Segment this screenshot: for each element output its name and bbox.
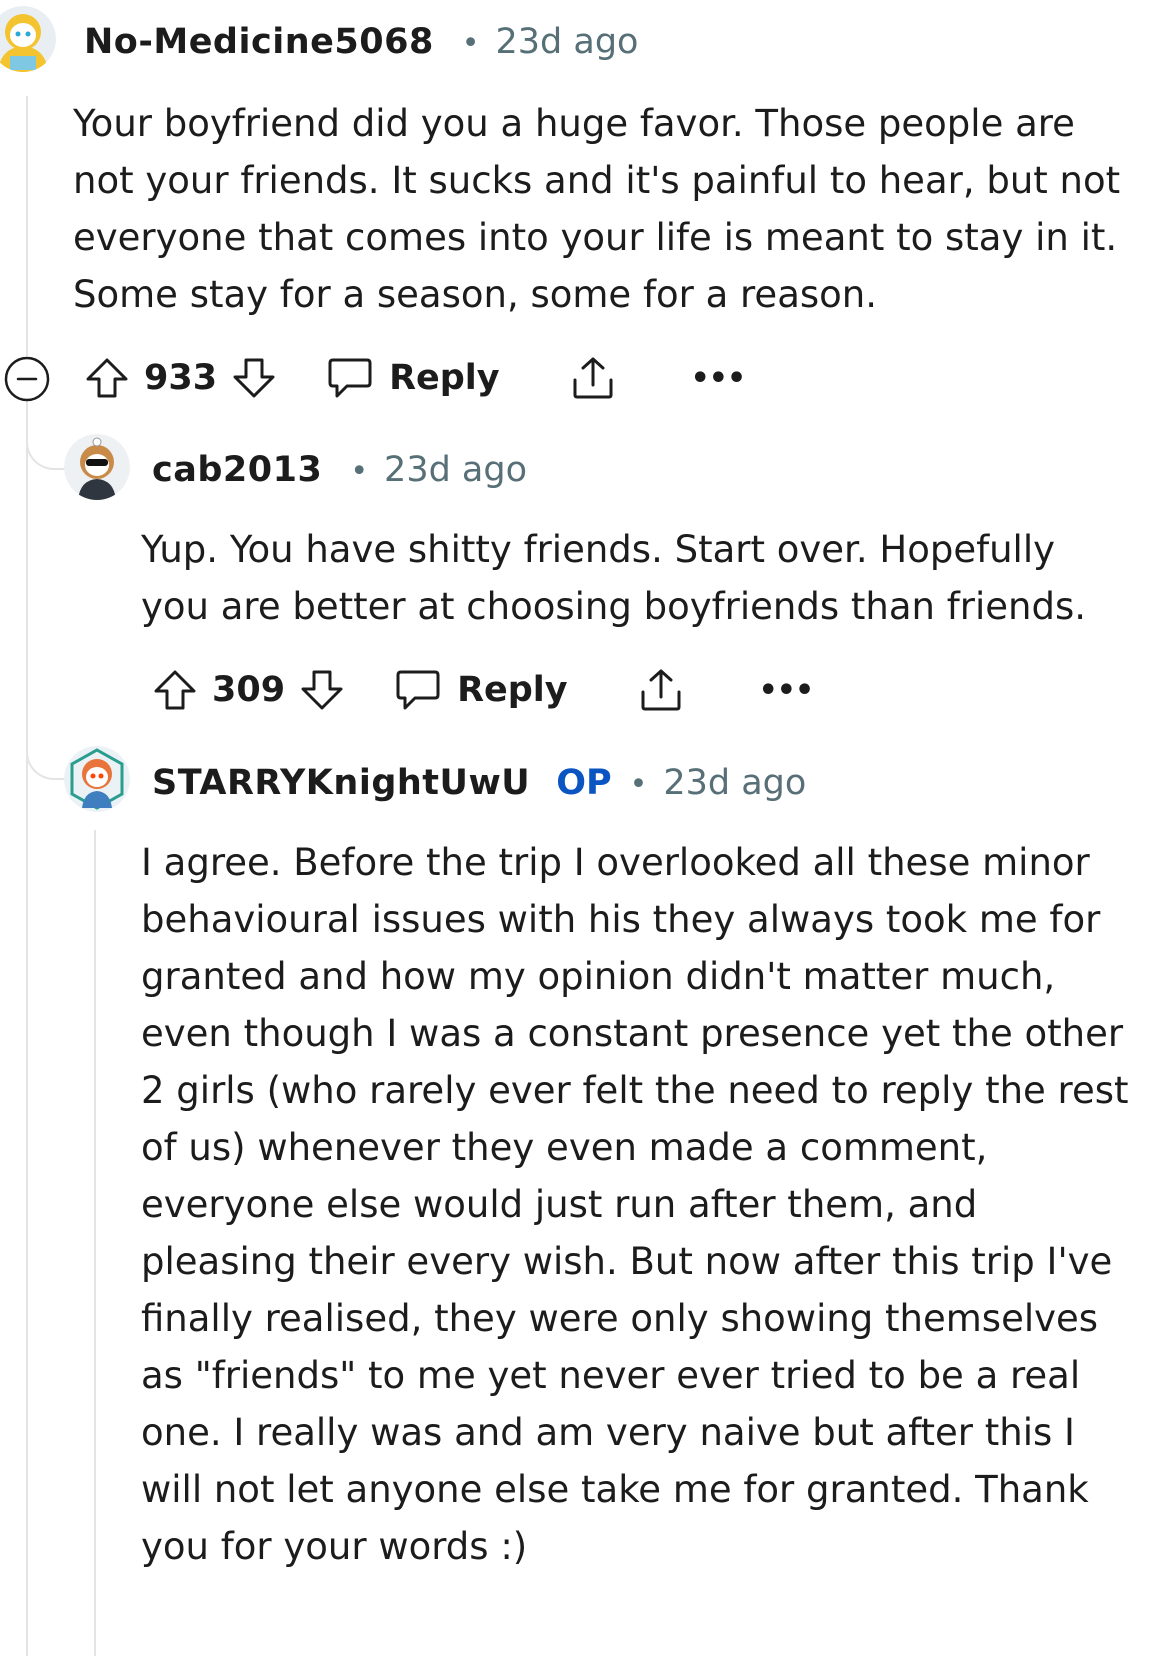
share-upload-icon (641, 669, 681, 711)
comment-meta: No-Medicine5068 • 23d ago (84, 22, 638, 62)
upvote-button[interactable] (152, 667, 198, 713)
downvote-arrow-icon (301, 670, 343, 710)
comment-actions: 933 Reply ••• (84, 348, 747, 408)
timestamp[interactable]: 23d ago (384, 450, 527, 490)
share-upload-icon (573, 357, 613, 399)
comment-actions: 309 Reply ••• (152, 660, 815, 720)
upvote-button[interactable] (84, 355, 130, 401)
meta-separator: • (461, 26, 480, 61)
thread-line-level1 (26, 400, 28, 1656)
meta-separator: • (350, 454, 369, 489)
share-button[interactable] (638, 667, 684, 713)
vote-score: 933 (144, 358, 218, 398)
share-button[interactable] (570, 355, 616, 401)
comment-meta: STARRYKnightUwU OP • 23d ago (152, 763, 806, 803)
reply-label: Reply (389, 358, 500, 398)
thread-line-root (26, 96, 28, 356)
timestamp[interactable]: 23d ago (496, 22, 639, 62)
speech-bubble-icon (328, 358, 372, 398)
reply-button[interactable]: Reply (327, 356, 500, 400)
avatar[interactable] (64, 746, 130, 812)
op-badge: OP (556, 763, 612, 803)
avatar[interactable] (0, 6, 56, 72)
speech-bubble-icon (396, 670, 440, 710)
downvote-button[interactable] (231, 355, 277, 401)
minus-circle-icon (4, 356, 50, 402)
thread-branch-cab2013 (26, 420, 66, 470)
reddit-avatar-sunglasses-icon (64, 434, 130, 500)
vote-score: 309 (212, 670, 286, 710)
meta-separator: • (629, 767, 648, 802)
downvote-arrow-icon (233, 358, 275, 398)
reddit-avatar-orange-hair-icon (64, 746, 130, 812)
username[interactable]: cab2013 (152, 450, 322, 490)
more-options-button[interactable]: ••• (691, 361, 747, 396)
upvote-arrow-icon (86, 358, 128, 398)
reply-button[interactable]: Reply (395, 668, 568, 712)
more-options-button[interactable]: ••• (759, 673, 815, 708)
avatar[interactable] (64, 434, 130, 500)
comment-meta: cab2013 • 23d ago (152, 450, 527, 490)
timestamp[interactable]: 23d ago (663, 763, 806, 803)
comment-body: Yup. You have shitty friends. Start over… (141, 528, 1086, 628)
comment-body: Your boyfriend did you a huge favor. Tho… (73, 102, 1121, 316)
downvote-button[interactable] (299, 667, 345, 713)
reddit-avatar-yellow-hood-icon (0, 6, 56, 72)
reply-label: Reply (457, 670, 568, 710)
upvote-arrow-icon (154, 670, 196, 710)
username[interactable]: No-Medicine5068 (84, 22, 434, 62)
username[interactable]: STARRYKnightUwU (152, 763, 530, 803)
thread-branch-op (26, 730, 66, 780)
collapse-thread-button[interactable] (4, 356, 50, 402)
thread-line-level2 (94, 830, 96, 1656)
comment-body: I agree. Before the trip I overlooked al… (141, 841, 1129, 1568)
